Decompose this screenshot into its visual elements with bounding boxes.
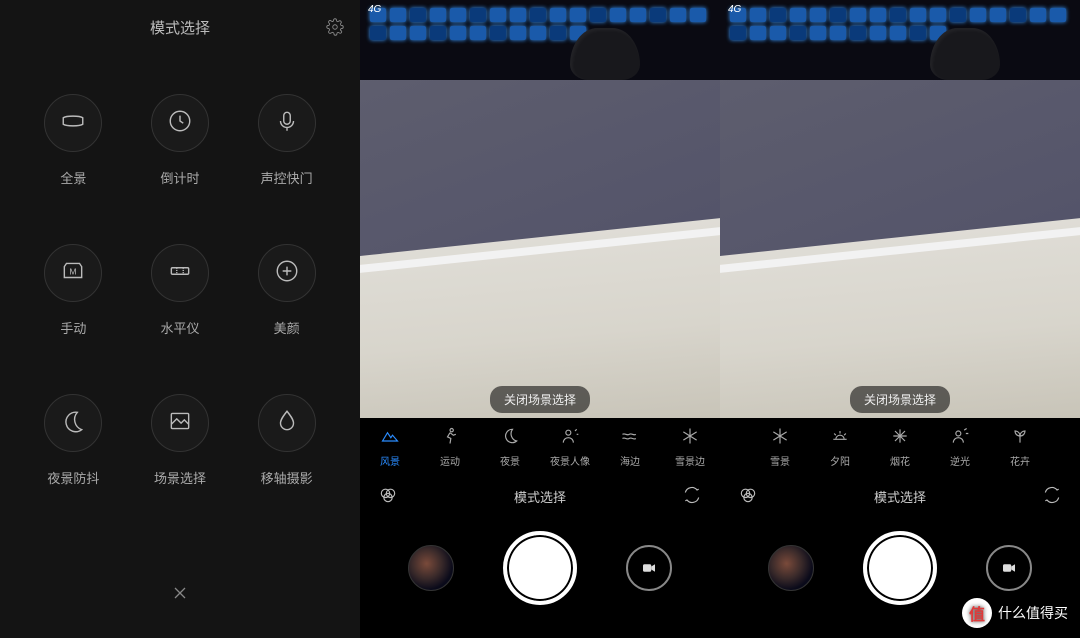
settings-gear-icon[interactable]	[326, 18, 344, 40]
drop-icon	[274, 408, 300, 439]
mode-label: 手动	[60, 318, 86, 337]
moon-icon	[500, 426, 520, 449]
mode-selection-panel: 模式选择 全景 倒计时 声控快门 M 手动 水平仪 美颜	[0, 0, 360, 638]
scene-strip[interactable]: 雪景 夕阳 烟花 逆光 花卉	[720, 418, 1080, 476]
run-icon	[440, 426, 460, 449]
mode-panorama[interactable]: 全景	[44, 94, 102, 244]
status-bar: 4G	[368, 4, 381, 15]
scene-snow-edge[interactable]: 雪景边	[660, 426, 720, 468]
viewfinder[interactable]	[360, 0, 720, 418]
capture-row	[360, 524, 720, 612]
mode-voice-shutter[interactable]: 声控快门	[258, 94, 316, 244]
mountain-icon	[380, 426, 400, 449]
mode-label: 夜景防抖	[47, 468, 99, 487]
beauty-icon	[274, 258, 300, 289]
mode-row-label[interactable]: 模式选择	[874, 487, 926, 506]
video-button[interactable]	[986, 545, 1032, 591]
mode-tilt-shift[interactable]: 移轴摄影	[258, 394, 316, 544]
scene-snow[interactable]: 雪景	[750, 426, 810, 468]
viewfinder[interactable]	[720, 0, 1080, 418]
waves-icon	[620, 426, 640, 449]
mode-label: 倒计时	[160, 168, 199, 187]
mode-beauty[interactable]: 美颜	[258, 244, 316, 394]
mode-label: 美颜	[274, 318, 300, 337]
scene-night-portrait[interactable]: 夜景人像	[540, 426, 600, 468]
mode-label: 水平仪	[160, 318, 199, 337]
mode-label: 场景选择	[154, 468, 206, 487]
close-scene-pill[interactable]: 关闭场景选择	[490, 386, 590, 413]
shutter-button[interactable]	[503, 531, 577, 605]
switch-camera-icon[interactable]	[1042, 485, 1062, 508]
gallery-thumb[interactable]	[768, 545, 814, 591]
manual-icon: M	[60, 258, 86, 289]
scene-fireworks[interactable]: 烟花	[870, 426, 930, 468]
snow-icon	[770, 426, 790, 449]
person-icon	[560, 426, 580, 449]
mode-row: 模式选择	[360, 476, 720, 516]
scene-night[interactable]: 夜景	[480, 426, 540, 468]
mode-row-label[interactable]: 模式选择	[514, 487, 566, 506]
sprout-icon	[1010, 426, 1030, 449]
scene-beach[interactable]: 海边	[600, 426, 660, 468]
camera-panel-right: 4G 关闭场景选择 雪景 夕阳 烟花 逆光 花卉 模式选择	[720, 0, 1080, 638]
moon-icon	[60, 408, 86, 439]
scene-icon	[167, 408, 193, 439]
scene-strip[interactable]: 风景 运动 夜景 夜景人像 海边 雪景边	[360, 418, 720, 476]
status-bar: 4G	[728, 4, 741, 15]
panel-header: 模式选择	[0, 0, 360, 54]
snow-icon	[680, 426, 700, 449]
watermark-badge: 值	[962, 598, 992, 628]
mode-label: 声控快门	[261, 168, 313, 187]
mode-label: 移轴摄影	[261, 468, 313, 487]
svg-text:M: M	[70, 266, 77, 276]
mode-timer[interactable]: 倒计时	[151, 94, 209, 244]
scene-sports[interactable]: 运动	[420, 426, 480, 468]
shutter-button[interactable]	[863, 531, 937, 605]
mode-label: 全景	[60, 168, 86, 187]
watermark: 值 什么值得买	[962, 598, 1068, 628]
video-button[interactable]	[626, 545, 672, 591]
scene-flower[interactable]: 花卉	[990, 426, 1050, 468]
scene-backlight[interactable]: 逆光	[930, 426, 990, 468]
watermark-text: 什么值得买	[998, 603, 1068, 623]
mode-row: 模式选择	[720, 476, 1080, 516]
sunset-icon	[830, 426, 850, 449]
filter-icon[interactable]	[738, 485, 758, 508]
mic-icon	[274, 108, 300, 139]
scene-landscape[interactable]: 风景	[360, 426, 420, 468]
close-scene-pill[interactable]: 关闭场景选择	[850, 386, 950, 413]
mode-level[interactable]: 水平仪	[151, 244, 209, 394]
mode-scene-select[interactable]: 场景选择	[151, 394, 209, 544]
close-button[interactable]	[170, 583, 190, 608]
sparkle-icon	[890, 426, 910, 449]
scene-sunset[interactable]: 夕阳	[810, 426, 870, 468]
mode-night-antishake[interactable]: 夜景防抖	[44, 394, 102, 544]
panorama-icon	[60, 108, 86, 139]
filter-icon[interactable]	[378, 485, 398, 508]
gallery-thumb[interactable]	[408, 545, 454, 591]
mode-grid: 全景 倒计时 声控快门 M 手动 水平仪 美颜 夜景防抖 场景选择	[0, 54, 360, 544]
switch-camera-icon[interactable]	[682, 485, 702, 508]
backlight-icon	[950, 426, 970, 449]
panel-title: 模式选择	[150, 17, 210, 38]
clock-icon	[167, 108, 193, 139]
mode-manual[interactable]: M 手动	[44, 244, 102, 394]
camera-panel-mid: 4G 关闭场景选择 风景 运动 夜景 夜景人像 海边 雪景边 模式选择	[360, 0, 720, 638]
level-icon	[167, 258, 193, 289]
